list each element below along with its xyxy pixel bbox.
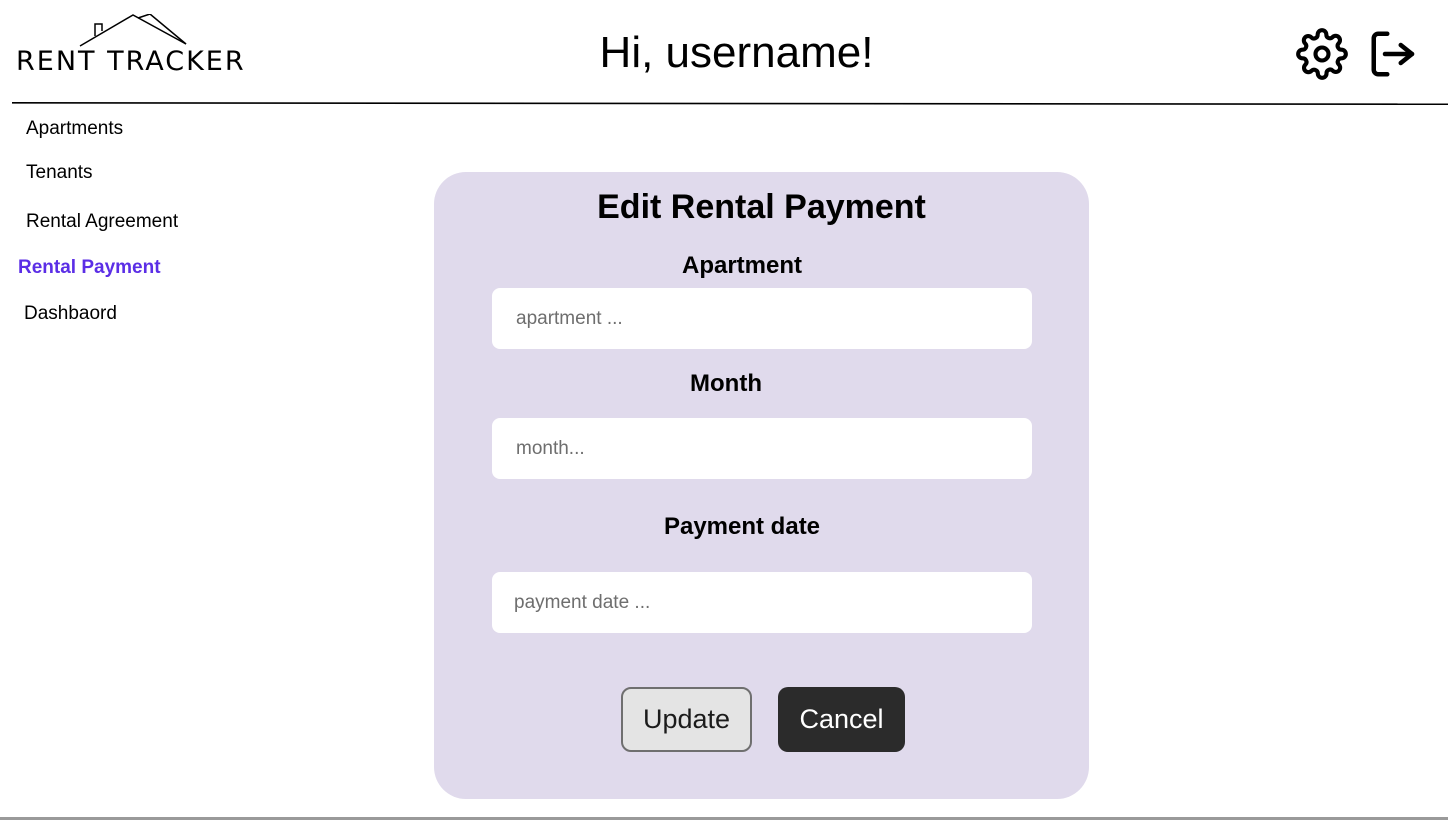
form-title: Edit Rental Payment [597, 188, 926, 226]
payment-date-label: Payment date [663, 513, 821, 540]
month-input[interactable] [492, 418, 1032, 479]
sidebar-item-apartments[interactable]: Apartments [26, 118, 123, 140]
gear-icon [1296, 28, 1348, 80]
page-greeting: Hi, username! [599, 28, 874, 77]
sidebar-item-rental-agreement[interactable]: Rental Agreement [26, 211, 178, 233]
logout-icon [1371, 31, 1415, 77]
month-label: Month [690, 370, 762, 397]
sidebar-item-dashboard[interactable]: Dashbaord [24, 303, 117, 325]
cancel-button[interactable]: Cancel [778, 687, 905, 752]
edit-payment-card: Edit Rental Payment Apartment Month Paym… [434, 172, 1089, 799]
payment-date-input[interactable] [492, 572, 1032, 633]
apartment-label: Apartment [681, 252, 802, 279]
update-button[interactable]: Update [621, 687, 752, 752]
header-divider [12, 102, 1448, 105]
apartment-input[interactable] [492, 288, 1032, 349]
sidebar-item-rental-payment[interactable]: Rental Payment [18, 257, 161, 279]
settings-button[interactable] [1294, 26, 1350, 82]
sidebar-item-tenants[interactable]: Tenants [26, 162, 93, 184]
logout-button[interactable] [1366, 26, 1422, 82]
